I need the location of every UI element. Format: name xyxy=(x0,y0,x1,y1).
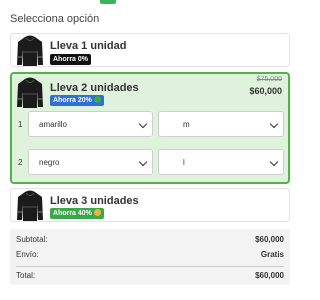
subtotal-label: Subtotal: xyxy=(16,235,48,244)
option-1-unit[interactable]: Lleva 1 unidad Ahorra 0% xyxy=(10,33,290,67)
old-price: $75,000 xyxy=(256,76,282,83)
hoodie-thumbnail-icon xyxy=(17,190,43,221)
option-name: Lleva 1 unidad xyxy=(50,40,127,52)
top-cutoff-strip xyxy=(0,0,300,6)
color-select[interactable]: amarillo xyxy=(28,111,153,137)
option-name: Lleva 3 unidades xyxy=(50,195,139,207)
chevron-down-icon xyxy=(138,157,148,167)
discount-badge: Ahorra 40% xyxy=(50,208,104,219)
chevron-down-icon xyxy=(269,119,279,129)
hoodie-thumbnail-icon xyxy=(17,77,43,108)
total-value: $60,000 xyxy=(255,271,284,280)
option-3-units[interactable]: Lleva 3 unidades Ahorra 40% xyxy=(10,188,290,222)
summary-divider xyxy=(16,266,284,267)
chevron-down-icon xyxy=(269,157,279,167)
total-label: Total: xyxy=(16,271,36,280)
color-select[interactable]: negro xyxy=(28,149,153,175)
discount-badge: Ahorra 20% xyxy=(50,95,104,106)
shipping-label: Envío: xyxy=(16,250,39,259)
top-green-badge xyxy=(100,0,116,4)
smile-emoji-icon xyxy=(93,96,101,103)
price: $60,000 xyxy=(249,86,282,96)
size-select[interactable]: m xyxy=(158,111,284,137)
shipping-value: Gratis xyxy=(260,250,284,259)
size-select[interactable]: l xyxy=(158,149,284,175)
star-eyes-emoji-icon xyxy=(93,209,101,216)
section-title: Selecciona opción xyxy=(10,13,100,25)
subtotal-value: $60,000 xyxy=(255,235,284,244)
chevron-down-icon xyxy=(138,119,148,129)
row-number: 1 xyxy=(18,120,23,129)
discount-badge: Ahorra 0% xyxy=(50,54,92,65)
option-2-units[interactable]: Lleva 2 unidades Ahorra 20% $75,000 $60,… xyxy=(10,72,290,184)
hoodie-thumbnail-icon xyxy=(17,35,43,66)
order-summary: Subtotal: $60,000 Envío: Gratis Total: $… xyxy=(10,229,290,285)
option-name: Lleva 2 unidades xyxy=(50,82,139,94)
row-number: 2 xyxy=(18,158,23,167)
